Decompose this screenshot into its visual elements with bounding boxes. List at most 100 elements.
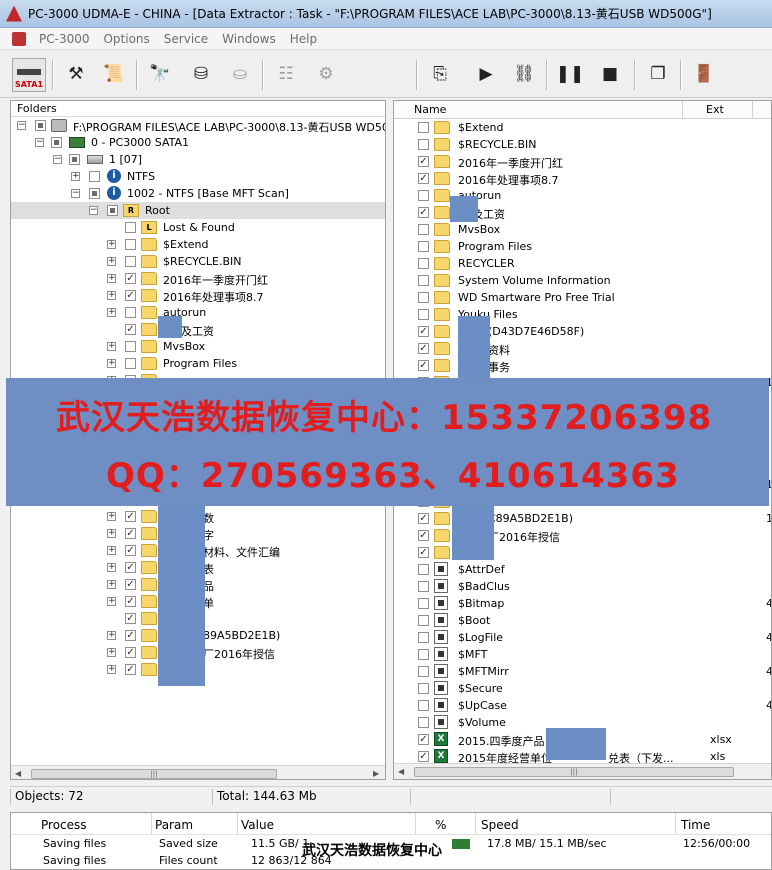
tree-checkbox[interactable] [89, 171, 100, 182]
file-checkbox[interactable]: ✓ [418, 513, 429, 524]
tree-checkbox[interactable]: ✓ [125, 647, 136, 658]
file-row[interactable]: MvsBox [394, 221, 771, 238]
file-row[interactable]: ✓ 2016年一季度开门红 [394, 153, 771, 170]
file-row[interactable]: ✓ 资料 [394, 340, 771, 357]
tree-checkbox[interactable] [35, 120, 46, 131]
collapse-toggle[interactable]: − [35, 138, 44, 147]
file-row[interactable]: ✓ 2016年处理事项8.7 [394, 170, 771, 187]
file-checkbox[interactable] [418, 615, 429, 626]
tree-checkbox[interactable]: ✓ [125, 511, 136, 522]
file-checkbox[interactable]: ✓ [418, 530, 429, 541]
file-row[interactable]: $Extend [394, 119, 771, 136]
stop-icon[interactable]: ■ [594, 58, 626, 90]
partition-tools-icon[interactable]: ⚙ [310, 58, 342, 90]
file-checkbox[interactable] [418, 717, 429, 728]
expand-toggle[interactable]: + [107, 342, 116, 351]
expand-toggle[interactable]: + [107, 240, 116, 249]
tree-structure-icon[interactable]: ☷ [270, 58, 302, 90]
file-row[interactable]: Youku Files [394, 306, 771, 323]
scroll-left-arrow-icon[interactable]: ◀ [398, 767, 404, 776]
file-list-horizontal-scrollbar[interactable]: ◀ ||| [394, 763, 771, 779]
file-checkbox[interactable]: ✓ [418, 343, 429, 354]
tree-checkbox[interactable]: ✓ [125, 596, 136, 607]
file-checkbox[interactable]: ✓ [418, 207, 429, 218]
tree-row-root[interactable]: − R Root [11, 202, 385, 219]
collapse-toggle[interactable]: − [89, 206, 98, 215]
file-checkbox[interactable] [418, 666, 429, 677]
file-row[interactable]: RECYCLER [394, 255, 771, 272]
tree-row[interactable]: + autorun [11, 304, 385, 321]
tree-checkbox[interactable]: ✓ [125, 562, 136, 573]
tree-checkbox[interactable] [125, 358, 136, 369]
file-row[interactable]: System Volume Information [394, 272, 771, 289]
tree-row[interactable]: + i NTFS [11, 168, 385, 185]
tree-checkbox[interactable]: ✓ [125, 545, 136, 556]
exit-icon[interactable]: 🚪 [688, 58, 720, 90]
file-row[interactable]: $AttrDef [394, 561, 771, 578]
file-row[interactable]: WD Smartware Pro Free Trial [394, 289, 771, 306]
menu-windows[interactable]: Windows [215, 32, 283, 46]
play-icon[interactable]: ▶ [470, 58, 502, 90]
scroll-left-arrow-icon[interactable]: ◀ [15, 769, 21, 778]
file-checkbox[interactable]: ✓ [418, 751, 429, 762]
pause-icon[interactable]: ❚❚ [554, 58, 586, 90]
expand-toggle[interactable]: + [107, 665, 116, 674]
scroll-right-arrow-icon[interactable]: ▶ [373, 769, 379, 778]
expand-toggle[interactable]: + [71, 172, 80, 181]
file-checkbox[interactable] [418, 258, 429, 269]
tree-checkbox[interactable]: ✓ [125, 528, 136, 539]
expand-toggle[interactable]: + [107, 597, 116, 606]
tree-checkbox[interactable]: ✓ [125, 630, 136, 641]
file-row[interactable]: ✓ C89A5BD2E1B) 1 [394, 510, 771, 527]
file-checkbox[interactable] [418, 224, 429, 235]
disk-map-icon[interactable]: ⛀ [224, 58, 256, 90]
tree-row[interactable]: − 0 - PC3000 SATA1 [11, 134, 385, 151]
collapse-toggle[interactable]: − [53, 155, 62, 164]
expand-toggle[interactable]: + [107, 308, 116, 317]
column-divider[interactable] [752, 101, 753, 119]
column-ext-header[interactable]: Ext [706, 103, 724, 116]
expand-toggle[interactable]: + [107, 580, 116, 589]
tree-checkbox[interactable]: ✓ [125, 664, 136, 675]
file-checkbox[interactable] [418, 700, 429, 711]
tree-row[interactable]: − F:\PROGRAM FILES\ACE LAB\PC-3000\8.13-… [11, 117, 385, 134]
column-divider[interactable] [682, 101, 683, 119]
tree-checkbox[interactable]: ✓ [125, 613, 136, 624]
tree-checkbox[interactable] [125, 239, 136, 250]
expand-toggle[interactable]: + [107, 257, 116, 266]
file-row[interactable]: $Bitmap 4 [394, 595, 771, 612]
tree-row[interactable]: − 1 [07] [11, 151, 385, 168]
tree-row[interactable]: + Program Files [11, 355, 385, 372]
expand-toggle[interactable]: + [107, 512, 116, 521]
tree-checkbox[interactable]: ✓ [125, 324, 136, 335]
folders-horizontal-scrollbar[interactable]: ◀ ||| ▶ [11, 765, 385, 779]
expand-toggle[interactable]: + [107, 648, 116, 657]
file-checkbox[interactable]: ✓ [418, 734, 429, 745]
column-name-header[interactable]: Name [414, 103, 446, 116]
file-checkbox[interactable] [418, 632, 429, 643]
menu-service[interactable]: Service [157, 32, 215, 46]
file-checkbox[interactable] [418, 564, 429, 575]
tree-checkbox[interactable] [89, 188, 100, 199]
tree-checkbox[interactable] [125, 256, 136, 267]
export-icon[interactable]: ⎘ [424, 58, 456, 90]
file-checkbox[interactable] [418, 292, 429, 303]
expand-toggle[interactable]: + [107, 529, 116, 538]
file-row[interactable]: $Secure [394, 680, 771, 697]
tree-checkbox[interactable] [51, 137, 62, 148]
menu-help[interactable]: Help [283, 32, 324, 46]
tree-row[interactable]: − i 1002 - NTFS [Base MFT Scan] [11, 185, 385, 202]
windows-cascade-icon[interactable]: ❐ [642, 58, 674, 90]
file-checkbox[interactable]: ✓ [418, 156, 429, 167]
scroll-thumb[interactable]: ||| [414, 767, 734, 777]
tree-row[interactable]: + MvsBox [11, 338, 385, 355]
menu-options[interactable]: Options [96, 32, 156, 46]
tools-icon[interactable]: ⚒ [60, 58, 92, 90]
file-checkbox[interactable] [418, 122, 429, 133]
tree-checkbox[interactable] [125, 307, 136, 318]
collapse-toggle[interactable]: − [71, 189, 80, 198]
expand-toggle[interactable]: + [107, 291, 116, 300]
expand-toggle[interactable]: + [107, 274, 116, 283]
file-checkbox[interactable] [418, 241, 429, 252]
network-branch-icon[interactable]: ⛓ [508, 58, 540, 90]
